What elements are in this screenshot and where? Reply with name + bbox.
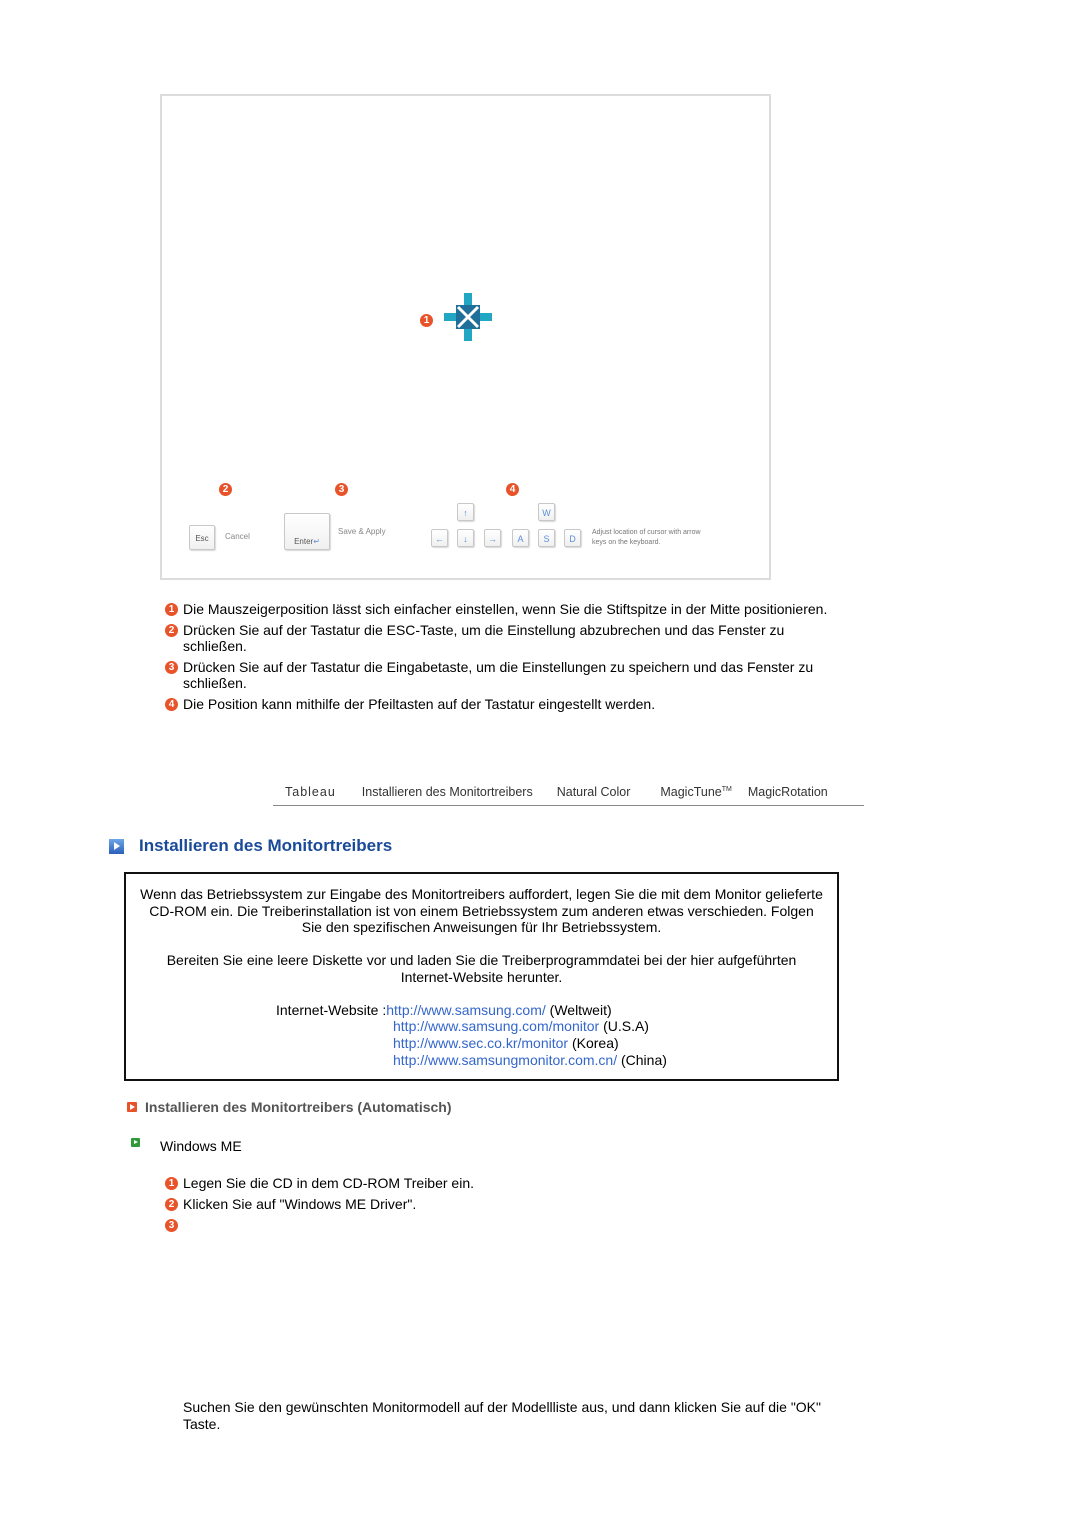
os-label: Windows ME <box>160 1138 242 1154</box>
site-link-china[interactable]: http://www.samsungmonitor.com.cn/ <box>393 1052 617 1068</box>
section-heading: Installieren des Monitortreibers <box>109 836 392 856</box>
w-key: W <box>538 503 555 521</box>
subsection-heading: Installieren des Monitortreibers (Automa… <box>127 1099 452 1115</box>
crosshair-icon <box>444 293 492 341</box>
info-box: Wenn das Betriebssystem zur Eingabe des … <box>124 872 839 1081</box>
callout-3: 3 <box>335 479 348 496</box>
callout-4: 4 <box>506 479 519 496</box>
esc-key: Esc <box>189 525 215 550</box>
arrow-left-key: ← <box>431 529 448 547</box>
adjust-label: Adjust location of cursor with arrow key… <box>592 529 701 546</box>
list-item: 2 Klicken Sie auf "Windows ME Driver". <box>165 1196 665 1213</box>
os-bullet-icon <box>131 1138 140 1147</box>
section-play-icon <box>109 838 124 854</box>
nav-installieren[interactable]: Installieren des Monitortreibers <box>362 785 533 799</box>
website-list: Internet-Website :http://www.samsung.com… <box>276 1001 667 1068</box>
nav-natural-color[interactable]: Natural Color <box>557 785 631 799</box>
s-key: S <box>538 529 555 547</box>
nav-tableau[interactable]: Tableau <box>285 785 336 799</box>
a-key: A <box>512 529 529 547</box>
site-link-usa[interactable]: http://www.samsung.com/monitor <box>393 1018 599 1034</box>
list-item: 4 Die Position kann mithilfe der Pfeilta… <box>165 696 845 713</box>
list-item: 2 Drücken Sie auf der Tastatur die ESC-T… <box>165 622 845 655</box>
arrow-right-key: → <box>484 529 501 547</box>
arrow-up-key: ↑ <box>457 503 474 521</box>
enter-key: Enter↵ <box>284 513 330 550</box>
list-item: 1 Die Mauszeigerposition lässt sich einf… <box>165 601 845 618</box>
calibration-screenshot: 1 2 3 4 Esc Cancel Enter↵ Save & Apply ↑… <box>160 94 771 580</box>
arrow-down-key: ↓ <box>457 529 474 547</box>
list-item: 1 Legen Sie die CD in dem CD-ROM Treiber… <box>165 1175 665 1192</box>
info-paragraph-1: Wenn das Betriebssystem zur Eingabe des … <box>140 886 823 936</box>
nav-magictune[interactable]: MagicTuneTM <box>660 785 731 799</box>
cancel-label: Cancel <box>225 532 250 541</box>
callout-1: 1 <box>420 310 433 327</box>
final-instruction: Suchen Sie den gewünschten Monitormodell… <box>183 1399 821 1432</box>
list-item: 3 Drücken Sie auf der Tastatur die Einga… <box>165 659 845 692</box>
site-link-worldwide[interactable]: http://www.samsung.com/ <box>386 1002 546 1018</box>
callout-2: 2 <box>219 479 232 496</box>
save-apply-label: Save & Apply <box>338 527 386 536</box>
calibration-steps: 1 Die Mauszeigerposition lässt sich einf… <box>165 601 845 716</box>
section-nav: Tableau Installieren des Monitortreibers… <box>273 778 864 806</box>
nav-magicrotation[interactable]: MagicRotation <box>748 785 828 799</box>
site-link-korea[interactable]: http://www.sec.co.kr/monitor <box>393 1035 568 1051</box>
subsection-play-icon <box>127 1102 137 1112</box>
enter-arrow-icon: ↵ <box>313 537 320 546</box>
website-label: Internet-Website : <box>276 1001 387 1018</box>
info-paragraph-2: Bereiten Sie eine leere Diskette vor und… <box>166 952 797 985</box>
d-key: D <box>564 529 581 547</box>
driver-steps: 1 Legen Sie die CD in dem CD-ROM Treiber… <box>165 1175 665 1232</box>
